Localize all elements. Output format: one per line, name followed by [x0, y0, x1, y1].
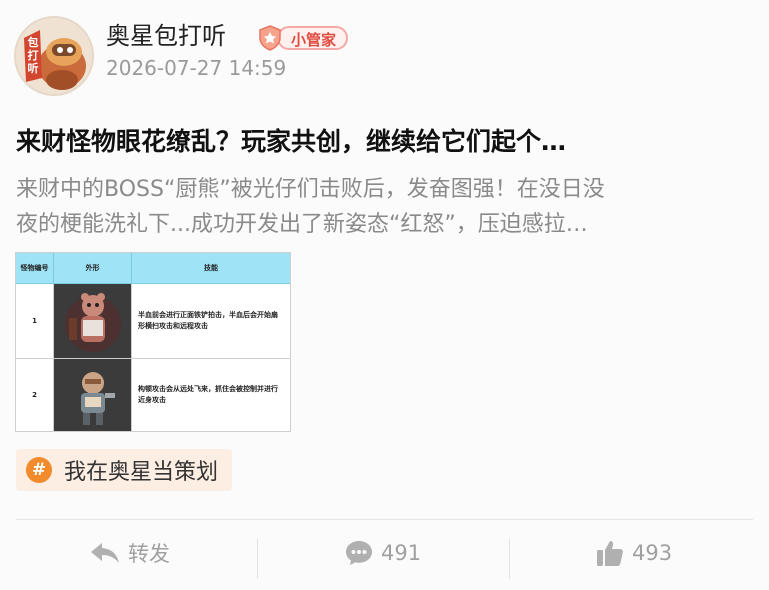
- author-avatar[interactable]: 包打听: [14, 16, 94, 96]
- like-button[interactable]: 493: [596, 536, 672, 570]
- author-name[interactable]: 奥星包打听: [106, 20, 226, 52]
- robot-monster-icon: [80, 372, 115, 425]
- comment-count: 491: [381, 541, 422, 565]
- monster-table: 怪物编号 外形 技能 1 半血前会进行正面铁铲拍击，半血后会开始扇形横扫攻击和远…: [16, 253, 290, 431]
- avatar-text: 包打听: [27, 36, 39, 75]
- comment-button[interactable]: 491: [345, 536, 421, 570]
- topic-tag[interactable]: # 我在奥星当策划: [16, 449, 233, 491]
- post-summary[interactable]: 来财中的BOSS“厨熊”被光仔们击败后，发奋图强！在没日没 夜的梗能洗礼下...…: [16, 172, 756, 242]
- table-row-2-id: 2: [16, 359, 54, 431]
- share-button[interactable]: 转发: [90, 536, 170, 570]
- hashtag-icon: #: [26, 457, 52, 483]
- summary-line-2: 夜的梗能洗礼下...成功开发出了新姿态“红怒”，压迫感拉…: [16, 212, 588, 237]
- table-header-look: 外形: [54, 253, 132, 284]
- monster-1-image: [54, 284, 132, 359]
- post-title[interactable]: 来财怪物眼花缭乱？玩家共创，继续给它们起个…: [16, 124, 756, 160]
- role-badge: 小管家: [257, 24, 349, 52]
- action-separator-1: [257, 539, 258, 579]
- shield-icon: [259, 25, 281, 51]
- thumbs-up-icon: [597, 541, 623, 566]
- action-divider: [16, 519, 753, 520]
- action-separator-2: [509, 539, 510, 579]
- table-row-2-skill: 构顿攻击会从远处飞来，抓住会被控制并进行近身攻击: [138, 385, 278, 404]
- post-timestamp: 2026-07-27 14:59: [106, 56, 287, 80]
- topic-label: 我在奥星当策划: [64, 460, 219, 485]
- table-row-1-skill: 半血前会进行正面铁铲拍击，半血后会开始扇形横扫攻击和远程攻击: [132, 284, 290, 359]
- like-count: 493: [632, 541, 673, 565]
- share-arrow-icon: [91, 543, 119, 563]
- table-row-1-id: 1: [16, 284, 54, 359]
- comment-bubble-icon: [346, 541, 372, 565]
- post-image[interactable]: 怪物编号 外形 技能 1 半血前会进行正面铁铲拍击，半血后会开始扇形横扫攻击和远…: [15, 252, 291, 432]
- share-label: 转发: [128, 542, 170, 566]
- table-header-id: 怪物编号: [16, 253, 54, 284]
- monster-2-image: [54, 359, 132, 431]
- table-header-skill: 技能: [132, 253, 290, 284]
- summary-line-1: 来财中的BOSS“厨熊”被光仔们击败后，发奋图强！在没日没: [16, 177, 605, 202]
- badge-label: 小管家: [277, 26, 349, 50]
- red-bear-monster-icon: [64, 293, 121, 352]
